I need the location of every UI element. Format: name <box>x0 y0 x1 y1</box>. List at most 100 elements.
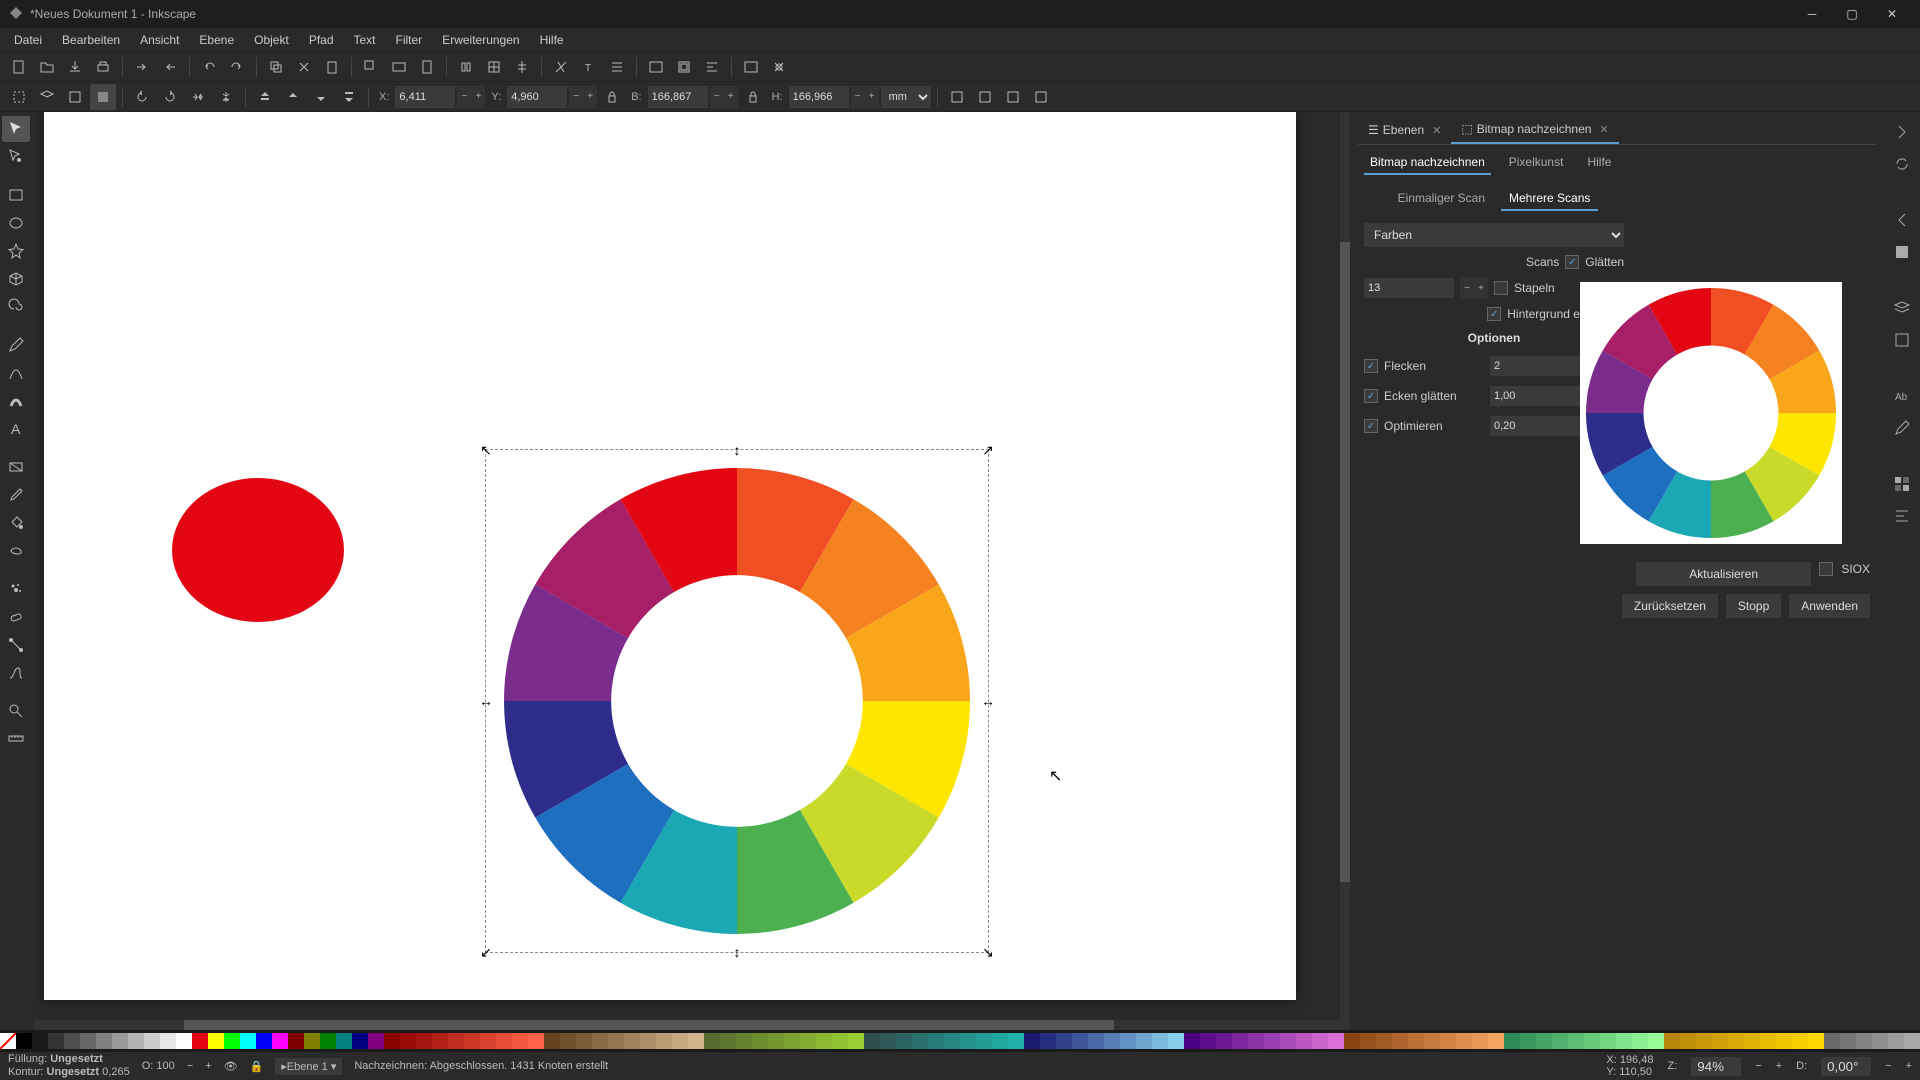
swatch[interactable] <box>1696 1033 1712 1049</box>
zoom-sel-icon[interactable] <box>358 54 384 80</box>
group-icon[interactable] <box>548 54 574 80</box>
swatch[interactable] <box>1824 1033 1840 1049</box>
swatch[interactable] <box>1040 1033 1056 1049</box>
unlink-icon[interactable] <box>509 54 535 80</box>
swatch[interactable] <box>112 1033 128 1049</box>
bezier-tool-icon[interactable] <box>2 360 30 386</box>
unit-select[interactable]: mm <box>881 86 931 108</box>
swatch[interactable] <box>544 1033 560 1049</box>
menu-ebene[interactable]: Ebene <box>189 30 244 50</box>
raise-icon[interactable] <box>280 84 306 110</box>
export-icon[interactable] <box>157 54 183 80</box>
swatch[interactable] <box>1008 1033 1024 1049</box>
dockicon-obj-icon[interactable] <box>1888 326 1916 354</box>
swatch[interactable] <box>336 1033 352 1049</box>
swatch[interactable] <box>400 1033 416 1049</box>
swatch[interactable] <box>912 1033 928 1049</box>
tab-layers[interactable]: ☰ Ebenen ✕ <box>1358 116 1451 144</box>
rotate-plus[interactable]: + <box>1906 1060 1912 1072</box>
flecken-input[interactable] <box>1490 356 1590 376</box>
swatch[interactable] <box>928 1033 944 1049</box>
swatch[interactable] <box>864 1033 880 1049</box>
swatch[interactable] <box>1360 1033 1376 1049</box>
swatch[interactable] <box>1856 1033 1872 1049</box>
open-icon[interactable] <box>34 54 60 80</box>
close-trace-icon[interactable]: ✕ <box>1599 123 1608 136</box>
swatch[interactable] <box>240 1033 256 1049</box>
handle-tl[interactable]: ↖ <box>481 445 491 455</box>
close-layers-icon[interactable]: ✕ <box>1432 124 1441 137</box>
import-icon[interactable] <box>129 54 155 80</box>
swatch[interactable] <box>1408 1033 1424 1049</box>
swatch[interactable] <box>1904 1033 1920 1049</box>
cut-icon[interactable] <box>291 54 317 80</box>
swatch[interactable] <box>128 1033 144 1049</box>
swatch[interactable] <box>96 1033 112 1049</box>
color-wheel-image[interactable] <box>504 468 970 934</box>
zoom-minus[interactable]: − <box>1755 1060 1761 1072</box>
dockicon-swatch-icon[interactable] <box>1888 470 1916 498</box>
swatch[interactable] <box>560 1033 576 1049</box>
swatch[interactable] <box>784 1033 800 1049</box>
h-input[interactable] <box>789 86 849 108</box>
handle-tr[interactable]: ↗ <box>983 445 993 455</box>
vertical-scrollbar[interactable] <box>1340 112 1350 1030</box>
dockicon-layers-icon[interactable] <box>1888 294 1916 322</box>
menu-ansicht[interactable]: Ansicht <box>130 30 189 50</box>
layers-icon[interactable] <box>671 54 697 80</box>
x-plus[interactable]: + <box>471 86 485 108</box>
swatch[interactable] <box>256 1033 272 1049</box>
spray-tool-icon[interactable] <box>2 576 30 602</box>
swatch[interactable] <box>1504 1033 1520 1049</box>
prefs-icon[interactable] <box>738 54 764 80</box>
swatch[interactable] <box>1072 1033 1088 1049</box>
toggle-box-icon[interactable] <box>90 84 116 110</box>
raise-top-icon[interactable] <box>252 84 278 110</box>
rotate-input[interactable] <box>1821 1057 1871 1076</box>
horizontal-scrollbar[interactable] <box>34 1020 1350 1030</box>
menu-bearbeiten[interactable]: Bearbeiten <box>52 30 130 50</box>
stop-button[interactable]: Stopp <box>1726 594 1781 618</box>
copy-icon[interactable] <box>263 54 289 80</box>
lock-icon[interactable] <box>599 84 625 110</box>
duplicate-icon[interactable] <box>453 54 479 80</box>
pencil-tool-icon[interactable] <box>2 332 30 358</box>
affect-gradient-icon[interactable] <box>1000 84 1026 110</box>
canvas-page[interactable]: ↖ ↕ ↗ ↔ ↔ ↙ ↕ ↘ <box>44 112 1296 1000</box>
flip-h-icon[interactable] <box>185 84 211 110</box>
flecken-check[interactable] <box>1364 359 1378 373</box>
threed-tool-icon[interactable] <box>2 266 30 292</box>
menu-objekt[interactable]: Objekt <box>244 30 299 50</box>
zoom-tool-icon[interactable] <box>2 698 30 724</box>
swatch[interactable] <box>464 1033 480 1049</box>
swatch[interactable] <box>656 1033 672 1049</box>
swatch[interactable] <box>1376 1033 1392 1049</box>
dockicon-edit-icon[interactable] <box>1888 414 1916 442</box>
stroke-value[interactable]: Ungesetzt <box>47 1066 100 1078</box>
swatch[interactable] <box>1424 1033 1440 1049</box>
swatch[interactable] <box>752 1033 768 1049</box>
menu-filter[interactable]: Filter <box>386 30 433 50</box>
canvas-area[interactable]: ↖ ↕ ↗ ↔ ↔ ↙ ↕ ↘ <box>34 112 1350 1030</box>
inner-tab-trace[interactable]: Bitmap nachzeichnen <box>1364 151 1491 175</box>
inner-tab-help[interactable]: Hilfe <box>1581 151 1617 175</box>
opt-check[interactable] <box>1364 419 1378 433</box>
swatch[interactable] <box>1168 1033 1184 1049</box>
swatch[interactable] <box>1600 1033 1616 1049</box>
handle-bm[interactable]: ↕ <box>732 947 742 957</box>
swatch[interactable] <box>1616 1033 1632 1049</box>
red-ellipse-object[interactable] <box>172 478 344 622</box>
mode-select[interactable]: Farben <box>1364 223 1624 247</box>
swatch[interactable] <box>416 1033 432 1049</box>
maximize-button[interactable]: ▢ <box>1832 0 1872 28</box>
swatch[interactable] <box>688 1033 704 1049</box>
scan-single[interactable]: Einmaliger Scan <box>1390 187 1493 211</box>
swatch[interactable] <box>816 1033 832 1049</box>
affect-corner-icon[interactable] <box>972 84 998 110</box>
dropper-tool-icon[interactable] <box>2 482 30 508</box>
selector-tool-icon[interactable] <box>2 116 30 142</box>
swatch[interactable] <box>160 1033 176 1049</box>
handle-bl[interactable]: ↙ <box>481 947 491 957</box>
x-input[interactable] <box>395 86 455 108</box>
swatch[interactable] <box>1328 1033 1344 1049</box>
